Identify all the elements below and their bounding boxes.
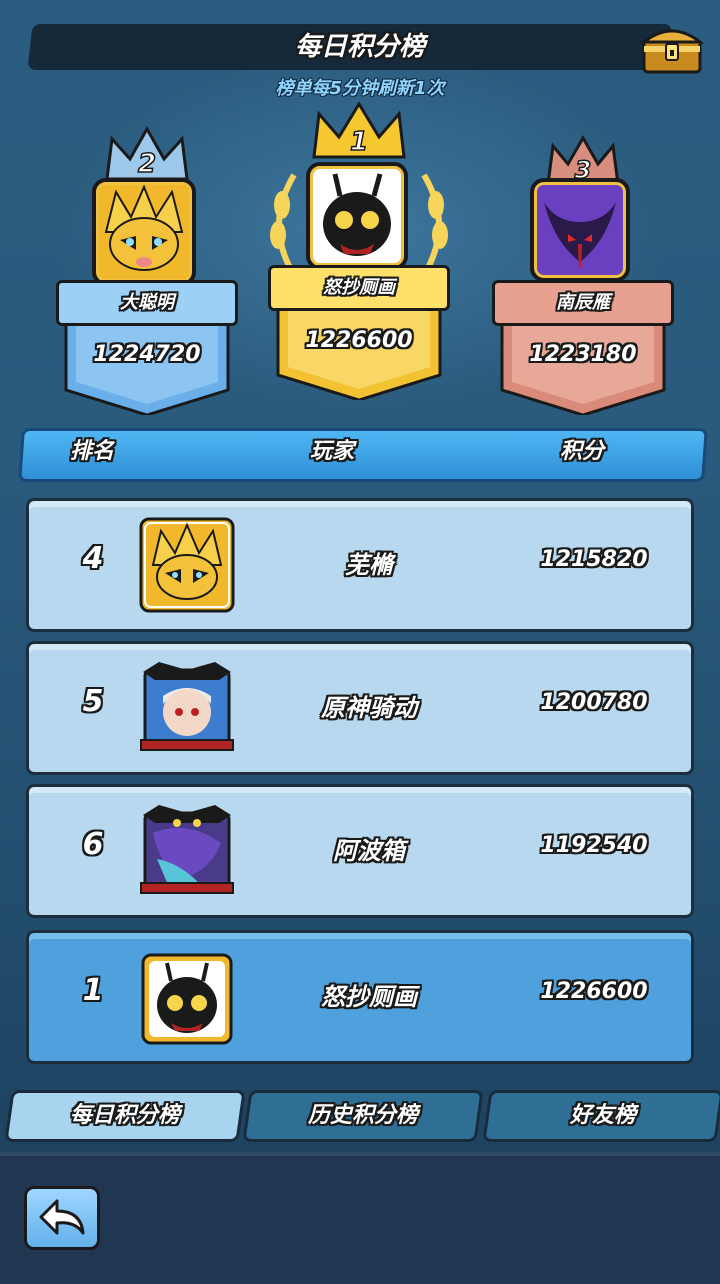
- tab-friends-leaderboard[interactable]: 好友榜: [482, 1090, 720, 1142]
- tab-label: 好友榜: [569, 1103, 636, 1128]
- column-header-player: 玩家: [310, 439, 355, 464]
- tab-label: 历史积分榜: [307, 1103, 418, 1128]
- row-score: 1192540: [540, 833, 648, 858]
- column-header-rank: 排名: [70, 439, 115, 464]
- avatar: [306, 162, 408, 270]
- podium-rank-3[interactable]: 3 南辰雁 1223180: [492, 130, 674, 420]
- row-score: 1215820: [540, 547, 648, 572]
- back-button[interactable]: [24, 1186, 100, 1250]
- table-row[interactable]: 4 芜樇 1215820: [26, 498, 694, 632]
- tab-history-leaderboard[interactable]: 历史积分榜: [242, 1090, 484, 1142]
- svg-text:2: 2: [138, 149, 156, 179]
- my-rank-row[interactable]: 1 怒抄厕画 1226600: [26, 930, 694, 1064]
- podium-name: 怒抄厕画: [268, 265, 450, 311]
- avatar: [530, 178, 630, 282]
- podium-name: 大聪明: [56, 280, 238, 326]
- page-title: 每日积分榜: [294, 32, 425, 62]
- crown-icon: 1: [312, 102, 406, 159]
- row-player-name: 芜樇: [345, 551, 393, 579]
- row-player-name: 阿波箱: [333, 837, 405, 865]
- row-rank: 4: [82, 541, 104, 576]
- row-player-name: 怒抄厕画: [321, 983, 417, 1011]
- bottom-panel: [0, 1152, 720, 1284]
- refresh-hint: 榜单每5分钟刷新1次: [275, 78, 445, 99]
- row-player-name: 原神骑动: [321, 694, 417, 722]
- row-rank: 1: [82, 973, 104, 1008]
- podium-score: 1226600: [305, 328, 413, 353]
- column-header-score: 积分: [560, 439, 605, 464]
- back-arrow-icon: [39, 1199, 85, 1235]
- tab-label: 每日积分榜: [69, 1103, 180, 1128]
- crown-icon: 2: [105, 125, 189, 181]
- table-row[interactable]: 5 原神骑动 1200780: [26, 641, 694, 775]
- podium-score: 1223180: [529, 342, 637, 367]
- avatar: [139, 660, 235, 756]
- avatar: [139, 949, 235, 1045]
- row-score: 1226600: [540, 979, 648, 1004]
- podium-name: 南辰雁: [492, 280, 674, 326]
- row-rank: 6: [82, 827, 104, 862]
- avatar: [139, 803, 235, 899]
- podium-score: 1224720: [93, 342, 201, 367]
- row-score: 1200780: [540, 690, 648, 715]
- podium-rank-1[interactable]: 1 怒抄厕画 1226600: [268, 100, 450, 402]
- treasure-chest-icon[interactable]: [639, 20, 705, 76]
- podium-rank-2[interactable]: 2 大聪明 1224720: [56, 120, 238, 420]
- avatar: [139, 517, 235, 613]
- table-row[interactable]: 6 阿波箱 1192540: [26, 784, 694, 918]
- avatar: [92, 178, 196, 286]
- tab-daily-leaderboard[interactable]: 每日积分榜: [4, 1090, 246, 1142]
- row-rank: 5: [82, 684, 104, 719]
- svg-text:1: 1: [350, 127, 368, 157]
